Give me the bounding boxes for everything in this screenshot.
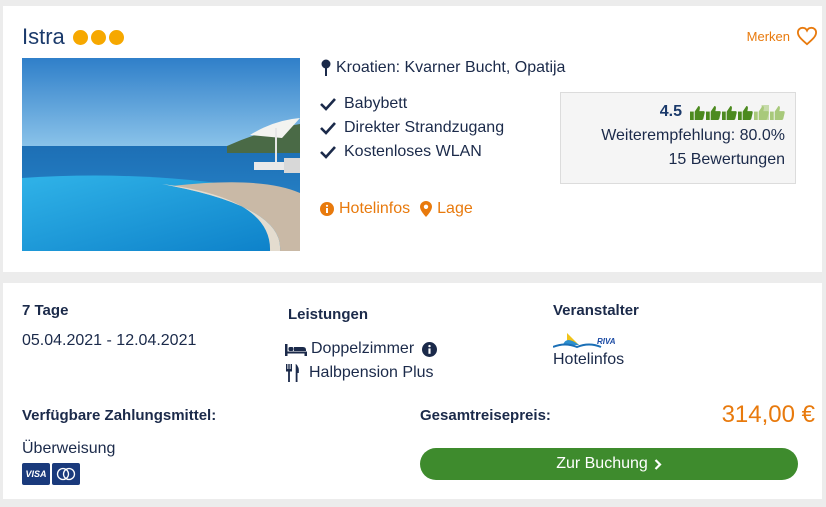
hotelinfos-label: Hotelinfos: [339, 200, 411, 217]
hotel-links: Hotelinfos Lage: [320, 200, 473, 218]
chevron-right-icon: [654, 458, 662, 470]
riva-logo-text: RIVA: [597, 337, 616, 346]
room-type-label: Doppelzimmer: [311, 340, 415, 357]
payment-heading: Verfügbare Zahlungsmittel:: [22, 407, 217, 424]
info-icon: [320, 202, 334, 216]
payment-card-logos: VISA: [22, 463, 80, 485]
hotel-location: Kroatien: Kvarner Bucht, Opatija: [320, 59, 565, 77]
thumbs-up-icon: [754, 104, 769, 120]
offer-card: 7 Tage 05.04.2021 - 12.04.2021 Leistunge…: [3, 283, 822, 499]
check-icon: [320, 98, 336, 111]
board-type-label: Halbpension Plus: [309, 364, 434, 381]
mastercard-icon: [52, 463, 80, 485]
check-icon: [320, 146, 336, 159]
thumbs-up-icon: [738, 105, 753, 120]
rating-score-line: 4.5: [561, 103, 785, 121]
hotel-name[interactable]: Istra: [22, 24, 65, 50]
book-button[interactable]: Zur Buchung: [420, 448, 798, 480]
payment-method: Überweisung: [22, 440, 116, 457]
thumbs-up-icon: [722, 105, 737, 120]
hotel-stars: [72, 29, 124, 45]
thumbs-up-icon: [706, 105, 721, 120]
feature-label: Kostenloses WLAN: [344, 143, 482, 160]
veranstalter-hotelinfos-link[interactable]: Hotelinfos: [553, 351, 624, 369]
feature-label: Direkter Strandzugang: [344, 119, 505, 136]
rating-box: 4.5 Weiterempfehlung: 80.0% 15 Bewertung…: [560, 92, 796, 184]
feature-item: Kostenloses WLAN: [320, 140, 504, 164]
hotel-card: Istra Merken Kroatien: Kvarner Bucht, Op…: [3, 6, 822, 272]
feature-item: Babybett: [320, 92, 504, 116]
pin-icon: [321, 59, 331, 76]
book-button-label: Zur Buchung: [556, 455, 648, 472]
lage-link[interactable]: Lage: [420, 200, 473, 218]
visa-card-icon: VISA: [22, 463, 50, 485]
map-marker-icon: [420, 201, 433, 217]
hotel-photo[interactable]: [22, 58, 300, 251]
star-icon: [90, 29, 106, 45]
hotel-title: Istra: [22, 24, 124, 50]
room-type: Doppelzimmer: [285, 340, 438, 358]
rating-thumbs: [690, 104, 785, 120]
board-type: Halbpension Plus: [285, 364, 434, 382]
hotel-features: Babybett Direkter Strandzugang Kostenlos…: [320, 92, 504, 164]
feature-label: Babybett: [344, 95, 408, 112]
heart-icon: [796, 26, 818, 46]
merken-button[interactable]: Merken: [747, 26, 818, 46]
merken-label: Merken: [746, 28, 790, 44]
total-price: 314,00 €: [721, 401, 815, 428]
hotelinfos-link[interactable]: Hotelinfos: [320, 200, 410, 218]
review-count[interactable]: 15 Bewertungen: [561, 151, 785, 169]
cutlery-icon: [286, 364, 299, 382]
veranstalter-heading: Veranstalter: [553, 302, 639, 319]
star-icon: [72, 29, 88, 45]
travel-dates: 05.04.2021 - 12.04.2021: [22, 332, 197, 349]
info-icon[interactable]: [422, 341, 438, 357]
leistungen-heading: Leistungen: [288, 306, 369, 323]
recommendation-rate: Weiterempfehlung: 80.0%: [601, 127, 785, 144]
location-text: Kroatien: Kvarner Bucht, Opatija: [336, 59, 566, 76]
star-icon: [108, 29, 124, 45]
duration-label: 7 Tage: [22, 302, 69, 319]
bed-icon: [285, 344, 307, 356]
lage-label: Lage: [437, 200, 473, 217]
rating-score: 4.5: [659, 103, 682, 120]
riva-logo-image: RIVA: [552, 333, 616, 349]
check-icon: [320, 122, 336, 135]
total-price-label: Gesamtreisepreis:: [420, 407, 551, 424]
feature-item: Direkter Strandzugang: [320, 116, 504, 140]
thumbs-up-icon: [690, 105, 705, 120]
thumbs-up-icon: [770, 105, 785, 120]
hotel-photo-image: [22, 58, 300, 251]
